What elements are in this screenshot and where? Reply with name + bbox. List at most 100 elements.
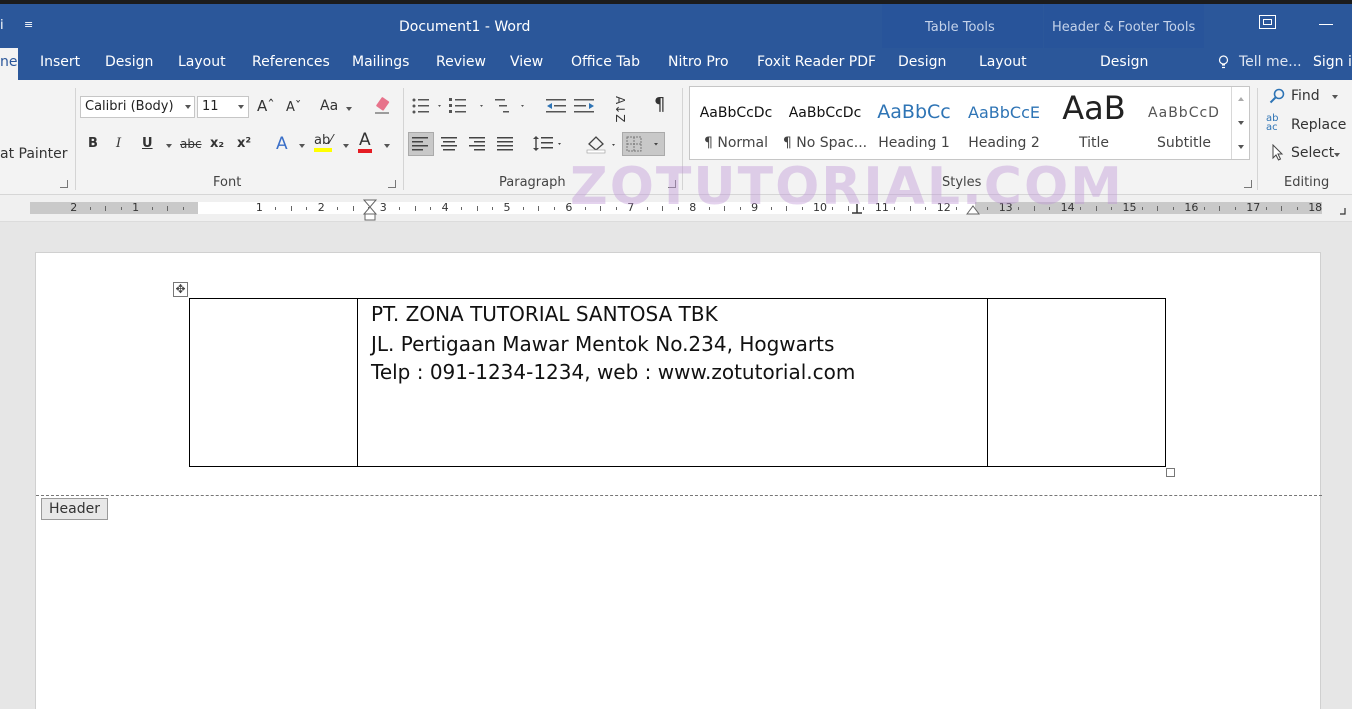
bold-button[interactable]: B <box>88 136 98 151</box>
tab-office-tab[interactable]: Office Tab <box>571 54 640 70</box>
font-color-button[interactable]: A <box>358 132 372 153</box>
select-button[interactable]: Select <box>1291 145 1334 161</box>
subscript-button[interactable]: x₂ <box>210 136 224 151</box>
ruler-tick <box>538 206 540 211</box>
underline-button[interactable]: U <box>142 136 153 151</box>
ruler-tick <box>522 207 524 210</box>
font-size-combo[interactable]: 11 <box>197 96 249 118</box>
ruler-tick <box>1172 207 1174 210</box>
format-painter-button[interactable]: at Painter <box>0 146 68 162</box>
table-cell-logo[interactable] <box>190 299 358 466</box>
tab-nitro-pro[interactable]: Nitro Pro <box>668 54 729 70</box>
indent-marker-icon[interactable] <box>363 199 377 221</box>
style-heading-1[interactable]: AaBbCc Heading 1 <box>870 87 958 159</box>
table-cell-company-info[interactable]: PT. ZONA TUTORIAL SANTOSA TBK JL. Pertig… <box>358 299 988 466</box>
ruler-tick <box>337 207 339 210</box>
chevron-up-icon[interactable] <box>1238 97 1244 101</box>
ribbon-display-options-icon[interactable] <box>1259 15 1276 29</box>
tab-design[interactable]: Design <box>105 54 153 70</box>
styles-gallery-scroll[interactable] <box>1231 87 1250 159</box>
style-preview: AaB <box>1062 89 1126 127</box>
ruler-tick <box>646 207 648 210</box>
tab-foxit-reader-pdf[interactable]: Foxit Reader PDF <box>757 54 876 70</box>
ruler-tick <box>739 207 741 210</box>
change-case-button[interactable]: Aa <box>320 98 338 114</box>
clipboard-launcher-icon[interactable] <box>60 180 68 188</box>
paragraph-group-label: Paragraph <box>499 175 566 190</box>
borders-button[interactable] <box>622 132 665 156</box>
ribbon-home: at Painter Calibri (Body) 11 Aˆ Aˇ Aa B … <box>0 80 1352 195</box>
justify-button[interactable] <box>494 132 518 156</box>
shading-icon[interactable] <box>585 134 619 154</box>
header-tag: Header <box>41 498 108 520</box>
style-name: ¶ No Spac... <box>782 135 868 151</box>
sign-in-link[interactable]: Sign in <box>1313 54 1352 70</box>
ruler-right-tab-icon <box>1340 208 1346 215</box>
ruler-number: 7 <box>627 201 635 214</box>
text-effects-button[interactable]: A <box>276 134 288 154</box>
strikethrough-button[interactable]: abc <box>180 137 202 151</box>
style-subtitle[interactable]: AaBbCcD Subtitle <box>1140 87 1228 159</box>
center-tab-marker-icon[interactable] <box>851 203 863 215</box>
right-indent-marker-icon[interactable] <box>966 203 980 215</box>
paragraph-launcher-icon[interactable] <box>668 180 676 188</box>
styles-launcher-icon[interactable] <box>1244 180 1252 188</box>
line-spacing-icon[interactable] <box>532 135 566 153</box>
company-name: PT. ZONA TUTORIAL SANTOSA TBK <box>371 302 718 326</box>
customize-quick-access-icon[interactable]: ≡ <box>24 18 33 31</box>
shrink-font-button[interactable]: Aˇ <box>286 100 301 115</box>
style-no-spacing[interactable]: AaBbCcDc ¶ No Spac... <box>781 87 869 159</box>
minimize-icon[interactable] <box>1319 24 1333 25</box>
tab-header-footer-design[interactable]: Design <box>1100 54 1148 70</box>
tab-references[interactable]: References <box>252 54 330 70</box>
ruler-tick <box>600 206 602 211</box>
tell-me-search[interactable]: Tell me... <box>1239 54 1302 70</box>
grow-font-button[interactable]: Aˆ <box>257 97 275 115</box>
table-move-handle-icon[interactable]: ✥ <box>173 282 188 297</box>
find-button[interactable]: Find <box>1291 88 1320 104</box>
tab-table-design[interactable]: Design <box>898 54 946 70</box>
ruler-tick <box>708 207 710 210</box>
ruler-tick <box>801 207 803 210</box>
ruler-tick <box>1265 207 1267 210</box>
font-size-value: 11 <box>202 99 219 114</box>
style-normal[interactable]: AaBbCcDc ¶ Normal <box>692 87 780 159</box>
style-heading-2[interactable]: AaBbCcE Heading 2 <box>960 87 1048 159</box>
tab-mailings[interactable]: Mailings <box>352 54 409 70</box>
style-title[interactable]: AaB Title <box>1050 87 1138 159</box>
tab-home[interactable]: ne <box>0 48 18 80</box>
tab-review[interactable]: Review <box>436 54 486 70</box>
superscript-button[interactable]: x² <box>237 136 251 151</box>
list-buttons-icon[interactable] <box>411 97 531 115</box>
ruler-tick <box>863 207 865 210</box>
table-cell-right[interactable] <box>988 299 1165 466</box>
tab-insert[interactable]: Insert <box>40 54 80 70</box>
sort-button[interactable]: A↓Z <box>613 96 627 122</box>
replace-icon: ab ac <box>1266 113 1279 133</box>
ruler-number: 2 <box>317 201 325 214</box>
indent-buttons-icon[interactable] <box>546 97 598 115</box>
document-page[interactable]: ✥ PT. ZONA TUTORIAL SANTOSA TBK JL. Pert… <box>35 252 1322 709</box>
ruler-tick <box>894 207 896 210</box>
align-center-button[interactable] <box>438 132 462 156</box>
table-resize-handle[interactable] <box>1166 468 1175 477</box>
quick-access-icon[interactable]: i <box>0 18 4 33</box>
header-table[interactable]: PT. ZONA TUTORIAL SANTOSA TBK JL. Pertig… <box>189 298 1166 467</box>
show-hide-button[interactable]: ¶ <box>654 94 665 115</box>
horizontal-ruler[interactable]: 2 1 1 2 3 4 5 6 7 8 9 10 11 12 13 14 15 16 17 18 <box>0 195 1352 222</box>
tab-table-layout[interactable]: Layout <box>979 54 1027 70</box>
font-name-combo[interactable]: Calibri (Body) <box>80 96 195 118</box>
highlight-color-button[interactable]: ab⁄ <box>314 134 333 152</box>
ruler-tick <box>770 207 772 210</box>
chevron-down-icon[interactable] <box>1238 121 1244 125</box>
clear-formatting-icon[interactable] <box>372 96 392 116</box>
tab-layout[interactable]: Layout <box>178 54 226 70</box>
align-right-button[interactable] <box>466 132 490 156</box>
italic-button[interactable]: I <box>116 136 121 151</box>
font-launcher-icon[interactable] <box>388 180 396 188</box>
tab-view[interactable]: View <box>510 54 543 70</box>
ruler-tick <box>553 207 555 210</box>
ruler-tick <box>1080 207 1082 210</box>
more-styles-icon[interactable] <box>1238 145 1244 149</box>
replace-button[interactable]: Replace <box>1291 117 1346 133</box>
